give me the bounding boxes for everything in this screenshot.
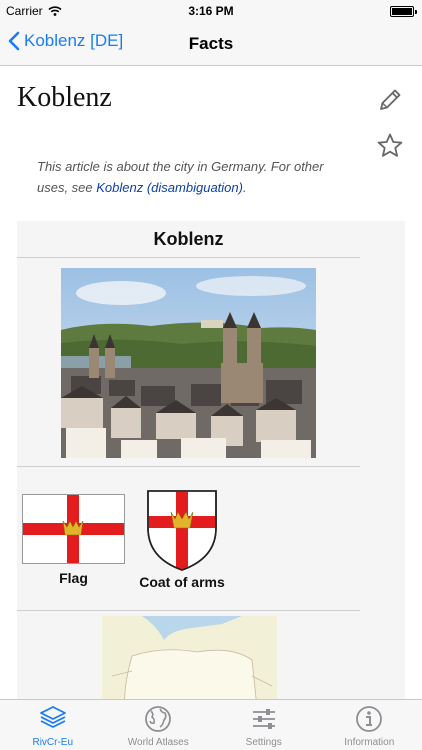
disambiguation-link[interactable]: Koblenz (disambiguation) bbox=[96, 180, 243, 195]
article-title: Koblenz bbox=[17, 82, 112, 113]
info-icon bbox=[356, 706, 383, 732]
flag-block: Flag bbox=[22, 494, 125, 586]
article-content[interactable]: Koblenz This article is about the city i… bbox=[0, 66, 422, 699]
location-map[interactable] bbox=[102, 616, 277, 699]
back-button[interactable]: Koblenz [DE] bbox=[8, 31, 123, 51]
layers-icon bbox=[39, 706, 66, 728]
tab-label: World Atlases bbox=[127, 737, 189, 748]
flag-image[interactable] bbox=[22, 494, 125, 564]
infobox-divider bbox=[17, 610, 360, 611]
tab-label: RivCr-Eu bbox=[32, 737, 74, 748]
globe-icon bbox=[145, 706, 172, 732]
tab-world-atlases[interactable]: World Atlases bbox=[106, 700, 212, 750]
tab-rivcr-eu[interactable]: RivCr-Eu bbox=[0, 700, 106, 750]
flag-caption: Flag bbox=[59, 570, 88, 586]
tab-information[interactable]: Information bbox=[317, 700, 422, 750]
navigation-bar: Koblenz [DE] Facts bbox=[0, 22, 422, 66]
tab-bar: RivCr-Eu World Atlases Settings Informat… bbox=[0, 699, 422, 750]
edit-button[interactable] bbox=[376, 86, 404, 114]
hatnote: This article is about the city in German… bbox=[37, 156, 357, 198]
infobox: Koblenz Flag Coat of arms bbox=[17, 221, 405, 699]
favorite-button[interactable] bbox=[376, 132, 404, 160]
city-photo[interactable] bbox=[61, 268, 316, 458]
tab-label: Information bbox=[344, 737, 395, 748]
battery-icon bbox=[390, 6, 417, 17]
infobox-divider bbox=[17, 466, 360, 467]
star-icon bbox=[377, 133, 403, 157]
sliders-icon bbox=[252, 709, 275, 729]
hatnote-end: . bbox=[242, 180, 247, 195]
chevron-left-icon bbox=[8, 31, 20, 51]
infobox-title: Koblenz bbox=[153, 229, 224, 249]
coat-of-arms-image[interactable] bbox=[127, 488, 237, 572]
status-time: 3:16 PM bbox=[188, 4, 234, 18]
coat-of-arms-block: Coat of arms bbox=[127, 488, 237, 590]
back-button-label: Koblenz [DE] bbox=[24, 31, 124, 50]
tab-label: Settings bbox=[245, 737, 282, 748]
infobox-divider bbox=[17, 257, 360, 258]
status-bar: Carrier 3:16 PM bbox=[0, 0, 422, 22]
pencil-icon bbox=[380, 89, 401, 110]
coat-of-arms-caption: Coat of arms bbox=[139, 574, 225, 590]
tab-settings[interactable]: Settings bbox=[211, 700, 317, 750]
